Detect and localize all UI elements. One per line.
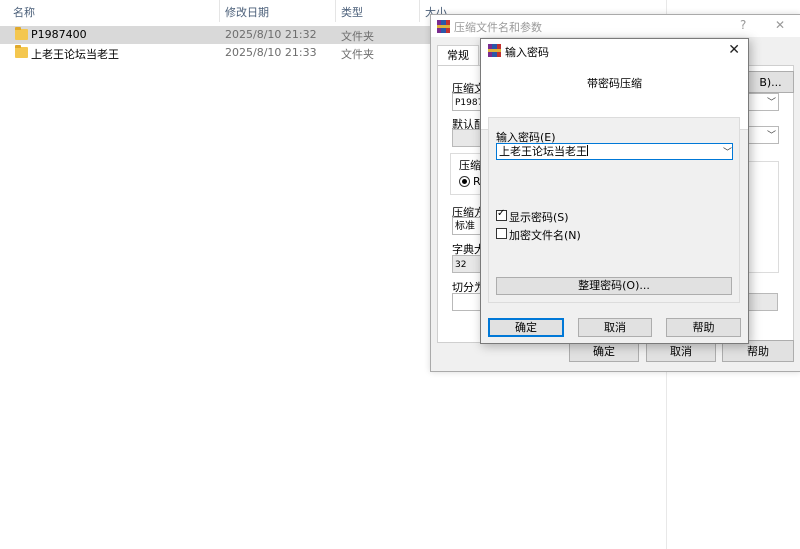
column-divider[interactable] xyxy=(335,0,336,22)
checkbox-box[interactable] xyxy=(496,228,507,239)
header-caption: 带密码压缩 xyxy=(587,77,642,90)
file-type: 文件夹 xyxy=(341,30,374,43)
file-name: 上老王论坛当老王 xyxy=(31,48,119,61)
rar-radio[interactable] xyxy=(459,176,470,187)
update-mode-dropdown[interactable]: ﹀ xyxy=(747,126,779,144)
show-password-label[interactable]: 显示密码(S) xyxy=(509,209,569,225)
split-input[interactable] xyxy=(452,293,482,311)
password-dialog: 输入密码 ✕ 带密码压缩 输入密码(E) 上老王论坛当老王 ﹀ ✓ 显示密码(S… xyxy=(480,38,749,344)
folder-icon xyxy=(15,45,28,58)
password-dialog-title: 输入密码 xyxy=(505,46,549,59)
password-value: 上老王论坛当老王 xyxy=(499,145,587,158)
chevron-down-icon: ﹀ xyxy=(767,98,777,108)
chevron-down-icon: ﹀ xyxy=(767,131,777,141)
radio-dot xyxy=(462,179,467,184)
folder-icon xyxy=(15,27,28,40)
options-group xyxy=(747,161,779,273)
close-icon[interactable]: ✕ xyxy=(775,18,785,32)
organize-passwords-button[interactable]: 整理密码(O)... xyxy=(496,277,732,295)
winrar-icon xyxy=(437,20,450,33)
column-divider[interactable] xyxy=(419,0,420,22)
help-button[interactable]: 帮助 xyxy=(666,318,741,337)
encrypt-filenames-label[interactable]: 加密文件名(N) xyxy=(509,227,581,243)
help-icon[interactable]: ? xyxy=(740,18,746,32)
column-modified[interactable]: 修改日期 xyxy=(225,4,269,20)
checkbox-box[interactable]: ✓ xyxy=(496,208,507,221)
file-name: P1987400 xyxy=(31,28,87,41)
file-modified: 2025/8/10 21:32 xyxy=(225,28,317,41)
archive-dialog-titlebar[interactable]: 压缩文件名和参数 ? ✕ xyxy=(431,15,800,37)
archive-name-dropdown[interactable]: ﹀ xyxy=(747,93,779,111)
browse-button[interactable]: B)... xyxy=(747,71,794,93)
password-dialog-titlebar[interactable]: 输入密码 ✕ xyxy=(481,39,748,63)
checkmark-icon: ✓ xyxy=(497,208,506,219)
text-caret xyxy=(587,145,588,156)
profiles-button[interactable] xyxy=(452,129,482,147)
winrar-icon xyxy=(488,44,501,57)
dictionary-select[interactable]: 32 MB xyxy=(452,255,482,273)
column-divider[interactable] xyxy=(219,0,220,22)
sort-up-icon: ^ xyxy=(107,0,115,5)
format-label: 压缩 xyxy=(459,159,481,172)
ok-button[interactable]: 确定 xyxy=(488,318,564,337)
archive-dialog-title: 压缩文件名和参数 xyxy=(454,21,542,34)
method-select[interactable]: 标准 xyxy=(452,217,482,235)
close-icon[interactable]: ✕ xyxy=(728,42,740,58)
password-input[interactable]: 上老王论坛当老王 xyxy=(496,143,733,160)
tab-general[interactable]: 常规 xyxy=(437,45,479,66)
file-modified: 2025/8/10 21:33 xyxy=(225,46,317,59)
column-type[interactable]: 类型 xyxy=(341,4,363,20)
column-name[interactable]: 名称 xyxy=(13,4,35,20)
cancel-button[interactable]: 取消 xyxy=(578,318,652,337)
chevron-down-icon[interactable]: ﹀ xyxy=(723,145,732,158)
set-password-button[interactable] xyxy=(747,293,778,311)
file-type: 文件夹 xyxy=(341,48,374,61)
